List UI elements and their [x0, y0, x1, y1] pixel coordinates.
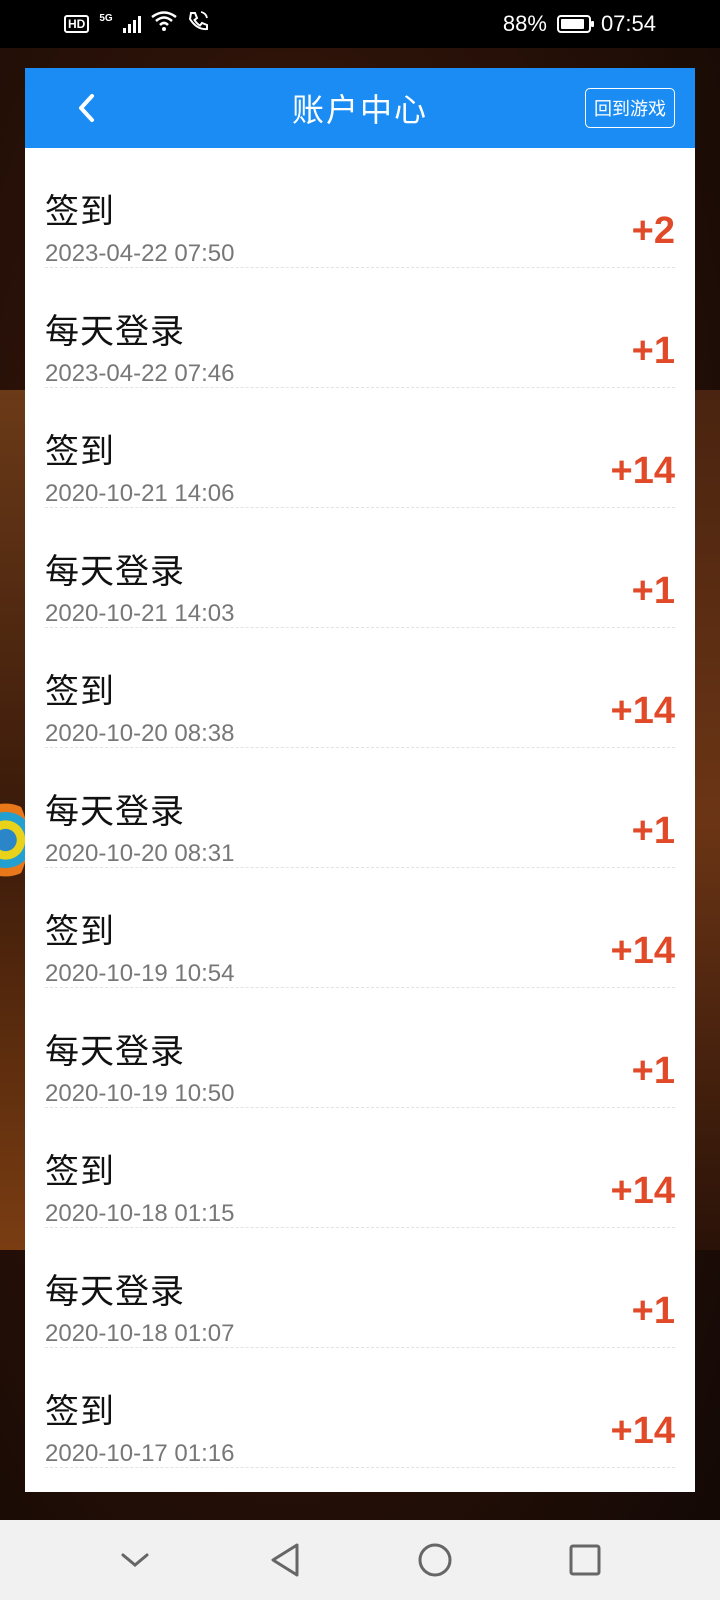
record-points: +14	[610, 930, 675, 972]
system-navigation-bar	[0, 1520, 720, 1600]
record-time: 2020-10-19 10:50	[45, 1080, 235, 1107]
clock: 07:54	[600, 11, 656, 36]
list-item: 签到 2020-10-18 01:15 +14	[45, 1108, 675, 1228]
wifi-icon	[150, 11, 177, 37]
record-title: 每天登录	[45, 1032, 185, 1072]
status-bar: HD 5G 88% 07:54	[0, 0, 720, 48]
record-title: 签到	[45, 1152, 115, 1192]
record-title: 签到	[45, 192, 115, 232]
record-title: 签到	[45, 432, 115, 472]
hd-badge: HD	[64, 15, 90, 33]
record-title: 签到	[45, 672, 115, 712]
back-button[interactable]	[69, 90, 105, 126]
back-nav-button[interactable]	[263, 1538, 307, 1582]
list-item: 签到 2020-10-19 10:54 +14	[45, 868, 675, 988]
battery-icon	[556, 15, 594, 33]
record-title: 签到	[45, 1392, 115, 1432]
list-item: 签到 2020-10-20 08:38 +14	[45, 628, 675, 748]
list-item: 签到 2020-10-17 01:16 +14	[45, 1348, 675, 1468]
list-item: 签到 2023-04-22 07:50 +2	[45, 148, 675, 268]
record-points: +14	[610, 450, 675, 492]
record-points: +14	[610, 1410, 675, 1452]
home-nav-button[interactable]	[413, 1538, 457, 1582]
list-item: 每天登录 2023-04-22 07:46 +1	[45, 268, 675, 388]
account-center-panel: 账户中心 回到游戏 签到 2023-04-22 07:50 +2 每天登录 2023-0…	[25, 68, 695, 1492]
list-item: 每天登录 2020-10-18 01:07 +1	[45, 1228, 675, 1348]
record-time: 2020-10-18 01:15	[45, 1200, 235, 1227]
signal-icon	[122, 15, 141, 33]
record-time: 2020-10-20 08:31	[45, 840, 235, 867]
record-time: 2023-04-22 07:46	[45, 360, 235, 387]
list-item: 每天登录 2020-10-21 14:03 +1	[45, 508, 675, 628]
record-points: +14	[610, 1170, 675, 1212]
record-title: 签到	[45, 912, 115, 952]
recents-nav-button[interactable]	[563, 1538, 607, 1582]
collapse-button[interactable]	[113, 1538, 157, 1582]
status-left: HD 5G	[64, 10, 209, 38]
header-bar: 账户中心 回到游戏	[25, 68, 695, 148]
game-background-right	[694, 390, 720, 1250]
record-time: 2020-10-21 14:06	[45, 480, 235, 507]
record-points: +2	[631, 210, 675, 252]
battery-level	[560, 19, 584, 29]
record-time: 2020-10-21 14:03	[45, 600, 235, 627]
record-time: 2020-10-20 08:38	[45, 720, 235, 747]
record-time: 2020-10-17 01:16	[45, 1440, 235, 1467]
record-points: +1	[631, 570, 675, 612]
return-to-game-button[interactable]: 回到游戏	[585, 88, 675, 128]
triangle-back-icon	[271, 1543, 299, 1577]
chevron-left-icon	[79, 94, 94, 122]
circle-home-icon	[418, 1543, 452, 1577]
record-title: 每天登录	[45, 1272, 185, 1312]
list-item: 每天登录 2020-10-19 10:50 +1	[45, 988, 675, 1108]
record-points: +1	[631, 330, 675, 372]
record-title: 每天登录	[45, 792, 185, 832]
record-time: 2020-10-18 01:07	[45, 1320, 235, 1347]
record-points: +1	[631, 1290, 675, 1332]
record-points: +14	[610, 690, 675, 732]
list-item: 每天登录 2020-10-20 08:31 +1	[45, 748, 675, 868]
record-time: 2023-04-22 07:50	[45, 240, 235, 267]
chevron-down-icon	[121, 1553, 149, 1567]
page-title: 账户中心	[291, 91, 428, 129]
list-item: 签到 2020-10-21 14:06 +14	[45, 388, 675, 508]
square-recents-icon	[569, 1544, 601, 1576]
record-points: +1	[631, 810, 675, 852]
status-right: 88% 07:54	[503, 11, 656, 37]
record-title: 每天登录	[45, 312, 185, 352]
points-record-list: 签到 2023-04-22 07:50 +2 每天登录 2023-04-22 07:46…	[25, 148, 695, 1468]
record-title: 每天登录	[45, 552, 185, 592]
network-type: 5G	[99, 12, 113, 24]
battery-percent: 88%	[502, 11, 547, 36]
record-points: +1	[631, 1050, 675, 1092]
call-icon	[187, 10, 209, 38]
record-time: 2020-10-19 10:54	[45, 960, 235, 987]
